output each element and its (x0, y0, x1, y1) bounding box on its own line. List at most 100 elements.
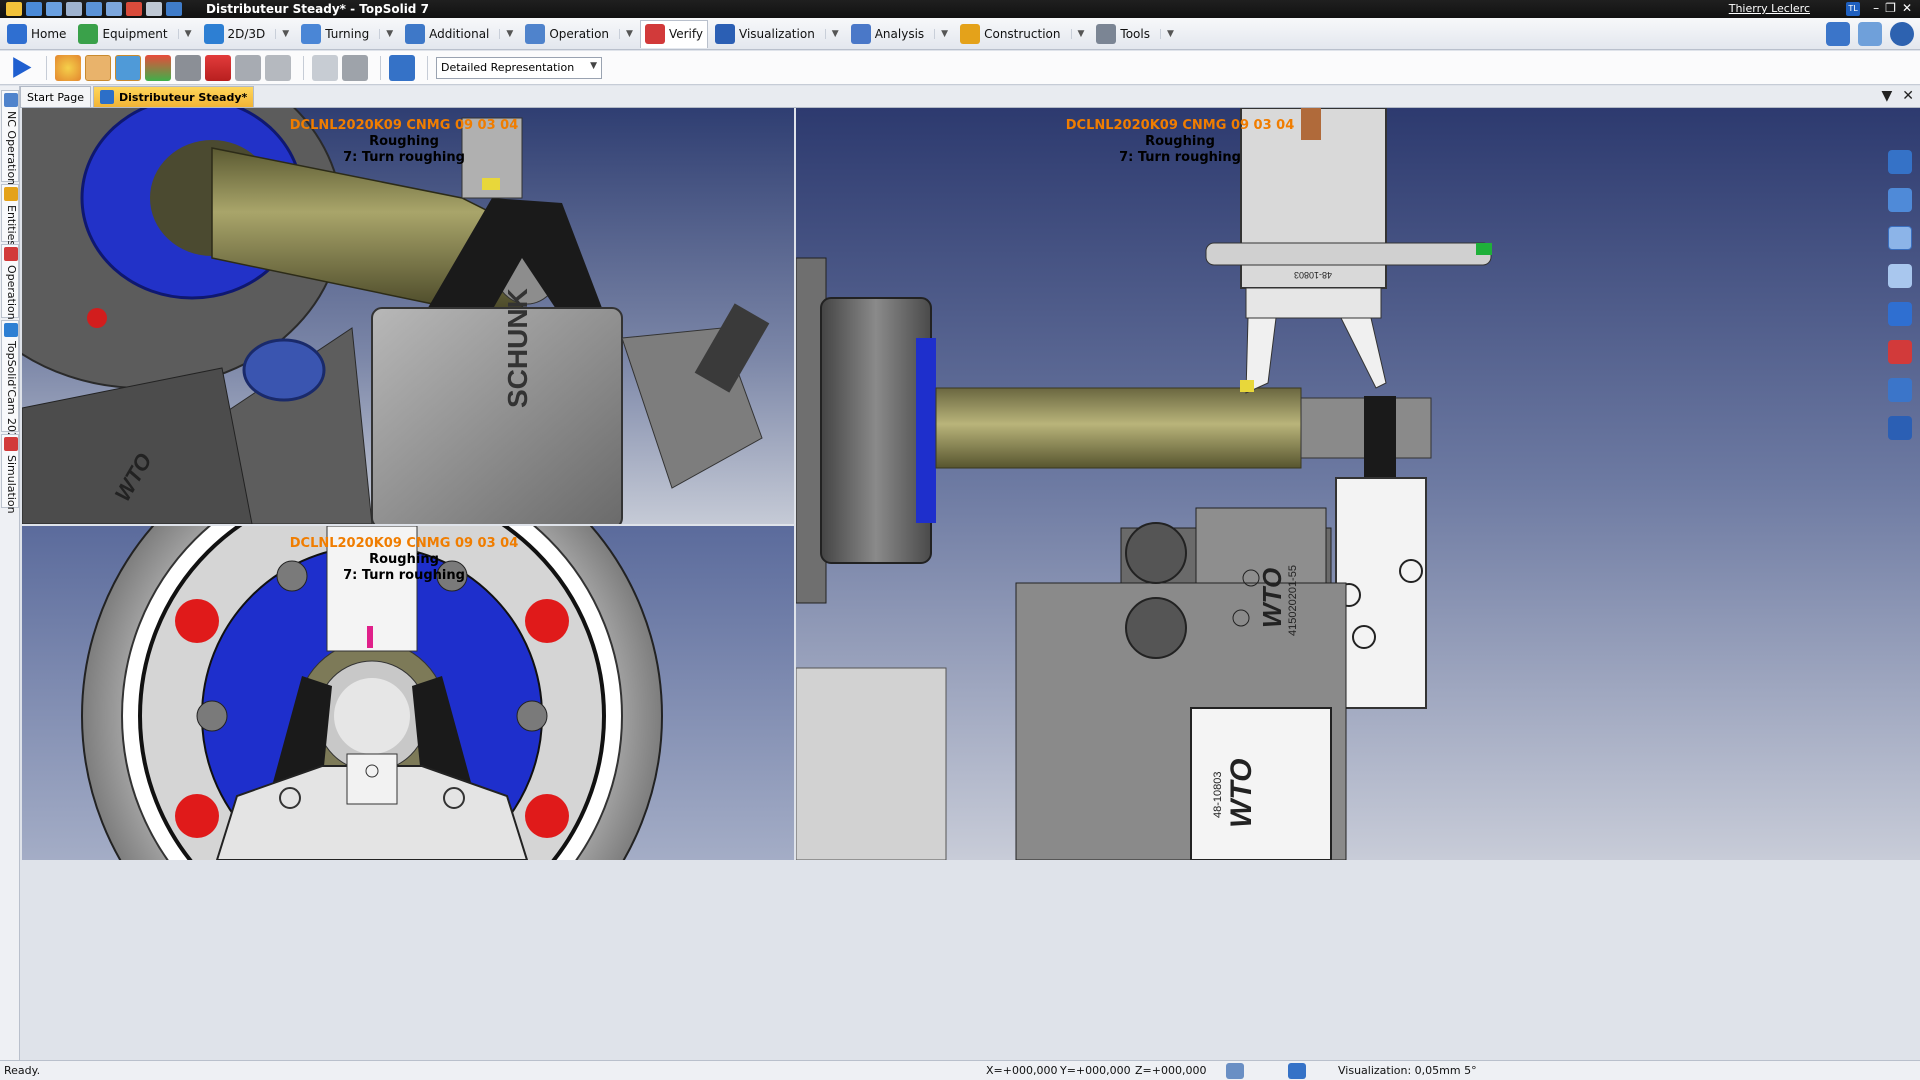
menu-visualization[interactable]: Visualization ▼ (710, 20, 844, 48)
zoom-icon[interactable] (1888, 264, 1912, 288)
menu-home[interactable]: Home (2, 20, 71, 48)
menu-construction[interactable]: Construction ▼ (955, 20, 1089, 48)
analysis-icon (850, 23, 871, 44)
coord-x: X=+000,000 (986, 1064, 1058, 1077)
title-bar: Distributeur Steady* - TopSolid 7 Thierr… (0, 0, 1920, 18)
pdm-icon[interactable] (126, 2, 142, 16)
chevron-down-icon[interactable]: ▼ (1070, 28, 1084, 39)
menu-equipment[interactable]: Equipment ▼ (73, 20, 196, 48)
view-orient-icon[interactable] (1888, 150, 1912, 174)
tab-label: Start Page (27, 90, 84, 104)
menu-verify[interactable]: Verify (639, 19, 708, 48)
menu-label: Operation (549, 26, 610, 41)
part-icon[interactable] (115, 54, 141, 81)
view-cube-icon[interactable] (1888, 302, 1912, 326)
verify-icon (644, 24, 665, 44)
deviation-icon[interactable] (145, 54, 171, 81)
settings-sliders-icon[interactable] (389, 54, 415, 81)
layers-icon[interactable] (1288, 1063, 1306, 1079)
tab-operations[interactable]: Operations (1, 244, 19, 325)
save-all-icon[interactable] (46, 2, 62, 16)
chevron-down-icon[interactable]: ▼ (619, 28, 633, 39)
refresh-icon[interactable] (146, 2, 162, 16)
wto-label: WTO (1225, 759, 1258, 828)
tab-label: Operations (5, 265, 18, 326)
section-icon[interactable] (1888, 416, 1912, 440)
share-icon[interactable] (166, 2, 182, 16)
undo-icon[interactable] (86, 2, 102, 16)
toolbar-separator (380, 55, 381, 80)
tab-distributeur-steady[interactable]: Distributeur Steady* (93, 86, 255, 107)
app-logo-icon[interactable] (6, 2, 22, 16)
chevron-down-icon[interactable]: ▼ (275, 28, 289, 39)
camera-icon[interactable] (1888, 378, 1912, 402)
wto-label: WTO (1257, 568, 1287, 628)
coord-z: Z=+000,000 (1135, 1064, 1207, 1077)
help-icon[interactable] (1890, 22, 1914, 46)
chevron-down-icon[interactable]: ▼ (824, 28, 839, 39)
close-icon[interactable]: ✕ (1902, 1, 1912, 15)
chevron-down-icon: ▼ (590, 60, 597, 71)
layers-icon[interactable] (205, 54, 231, 81)
chevron-down-icon[interactable]: ▼ (934, 28, 948, 39)
turning-icon (301, 23, 322, 44)
additional-icon (405, 23, 426, 44)
verify-toolbar: Detailed Representation ▼ (0, 51, 1920, 85)
entities-icon (4, 187, 18, 201)
tab-entities[interactable]: Entities (1, 184, 19, 246)
machine-icon[interactable] (265, 54, 291, 81)
fixture-icon[interactable] (235, 54, 261, 81)
tab-list-icon[interactable]: ▼ (1881, 88, 1892, 104)
menu-additional[interactable]: Additional ▼ (400, 20, 518, 48)
palette-icon[interactable] (55, 54, 81, 81)
menu-2d3d[interactable]: 2D/3D ▼ (199, 20, 295, 48)
representation-value: Detailed Representation (441, 61, 575, 74)
menu-turning[interactable]: Turning ▼ (296, 20, 398, 48)
user-name-link[interactable]: Thierry Leclerc (1729, 2, 1810, 15)
chevron-down-icon[interactable]: ▼ (499, 28, 513, 39)
chevron-down-icon[interactable]: ▼ (177, 28, 192, 39)
view-tools (1888, 150, 1916, 440)
topsolid-cam-icon (4, 323, 18, 337)
stock-icon[interactable] (85, 54, 111, 81)
document-tabs: Start Page Distributeur Steady* ▼ ✕ (20, 86, 1920, 108)
save-icon[interactable] (26, 2, 42, 16)
tab-nc-operations[interactable]: NC Operations (1, 90, 19, 191)
menu-label: 2D/3D (227, 26, 266, 41)
tab-simulation[interactable]: Simulation (1, 434, 19, 514)
rotate-view-icon[interactable] (1888, 188, 1912, 212)
tab-label: Simulation (5, 455, 18, 514)
minimize-icon[interactable]: – (1873, 1, 1879, 15)
viewport-right[interactable]: WTO 415020201-55 WTO 48-10803 48-10803 D… (796, 108, 1920, 860)
play-icon[interactable] (13, 57, 32, 78)
viewport-bottom-left[interactable]: DCLNL2020K09 CNMG 09 03 04 Roughing 7: T… (22, 526, 794, 860)
rendering-icon[interactable] (1888, 340, 1912, 364)
equipment-icon (78, 23, 99, 44)
solid-view-icon[interactable] (342, 54, 368, 81)
search-icon[interactable] (1858, 22, 1882, 46)
user-badge[interactable]: TL (1846, 2, 1860, 16)
zoom-window-icon[interactable] (1888, 226, 1912, 250)
toolbar-separator (46, 55, 47, 80)
menu-label: Equipment (102, 26, 168, 41)
viewport-top-left[interactable]: SCHUNK WTO DCLNL2020K09 CNMG 09 03 04 Ro… (22, 108, 794, 524)
menu-operation[interactable]: Operation ▼ (520, 20, 638, 48)
menubar-right-tools (1826, 22, 1914, 46)
2d3d-icon (203, 23, 224, 44)
redo-icon[interactable] (106, 2, 122, 16)
tab-topsolid-cam[interactable]: TopSolid'Cam 2025 (1, 320, 19, 446)
chevron-down-icon[interactable]: ▼ (1159, 28, 1174, 39)
section-view-icon[interactable] (312, 54, 338, 81)
menu-analysis[interactable]: Analysis ▼ (846, 20, 953, 48)
snap-icon[interactable] (1226, 1063, 1244, 1079)
print-icon[interactable] (66, 2, 82, 16)
robot-icon[interactable] (1826, 22, 1850, 46)
representation-select[interactable]: Detailed Representation ▼ (436, 56, 602, 79)
close-document-icon[interactable]: ✕ (1902, 88, 1914, 104)
menu-tools[interactable]: Tools ▼ (1091, 20, 1178, 48)
restore-icon[interactable]: ❐ (1885, 1, 1896, 15)
chevron-down-icon[interactable]: ▼ (379, 28, 393, 39)
tab-start-page[interactable]: Start Page (20, 86, 91, 107)
operation-overlay: DCLNL2020K09 CNMG 09 03 04 Roughing 7: T… (254, 536, 554, 584)
block-icon[interactable] (175, 54, 201, 81)
